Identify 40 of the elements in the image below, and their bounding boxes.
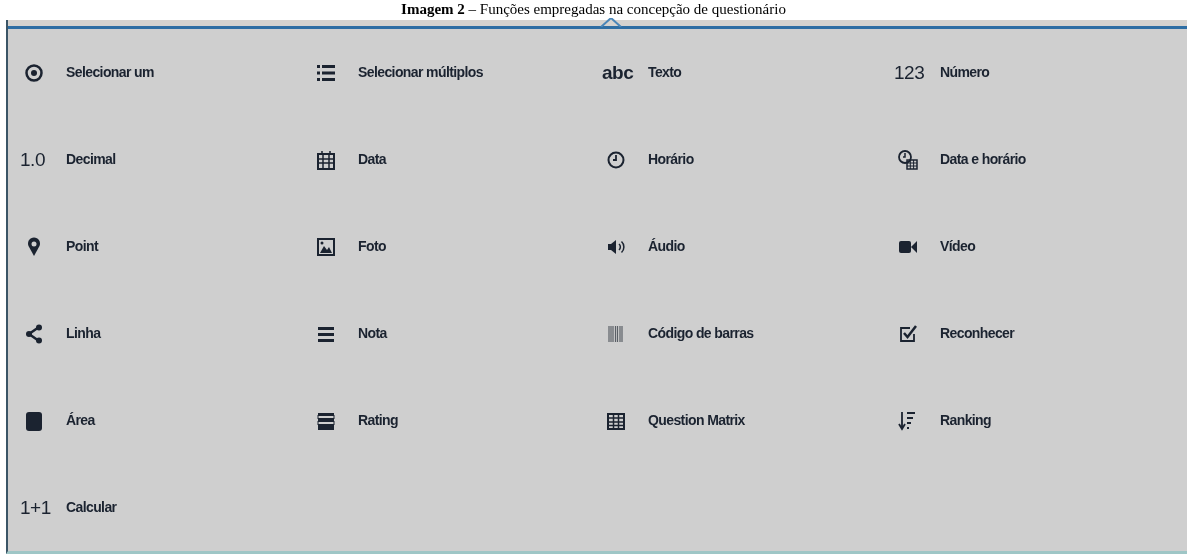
stacked-bars-icon [316,410,336,431]
image-icon [316,236,336,257]
share-icon [24,323,44,344]
question-type-option[interactable]: Data [358,149,386,170]
question-type-option[interactable]: Decimal [66,149,116,170]
type-glyph: 1+1 [20,498,51,517]
question-type-option[interactable]: Linha [66,323,101,344]
question-type-option[interactable]: Question Matrix [648,410,745,431]
barcode-icon [606,323,626,344]
question-type-option[interactable]: Horário [648,149,694,170]
question-type-option[interactable]: Data e horário [940,149,1026,170]
type-glyph: abc [602,63,634,82]
question-type-option[interactable]: Reconhecer [940,323,1015,344]
clock-icon [606,149,626,170]
question-type-option[interactable]: Rating [358,410,398,431]
question-type-option[interactable]: Nota [358,323,387,344]
question-type-option[interactable]: Selecionar múltiplos [358,62,483,83]
question-type-option[interactable]: Texto [648,62,682,83]
pointer-notch [600,18,622,27]
clock-calendar-icon [898,149,918,170]
question-type-option[interactable]: Point [66,236,98,257]
rounded-square-icon [24,410,44,431]
table-icon [606,410,626,431]
question-type-option[interactable]: Selecionar um [66,62,154,83]
question-type-option[interactable]: Ranking [940,410,992,431]
question-type-option[interactable]: Calcular [66,497,117,518]
question-type-option[interactable]: Foto [358,236,386,257]
sort-icon [898,410,918,431]
question-type-option[interactable]: Área [66,410,95,431]
calendar-icon [316,149,336,170]
question-type-option[interactable]: Número [940,62,990,83]
type-glyph: 1.0 [20,150,45,169]
type-glyph: 123 [894,63,925,82]
radio-icon [24,62,44,83]
question-type-option[interactable]: Vídeo [940,236,976,257]
list-icon [316,62,336,83]
question-type-option[interactable]: Áudio [648,236,685,257]
figure-caption: Imagem 2 – Funções empregadas na concepção de questionário [401,0,786,18]
question-type-option[interactable]: Código de barras [648,323,754,344]
checkbox-icon [898,323,918,344]
